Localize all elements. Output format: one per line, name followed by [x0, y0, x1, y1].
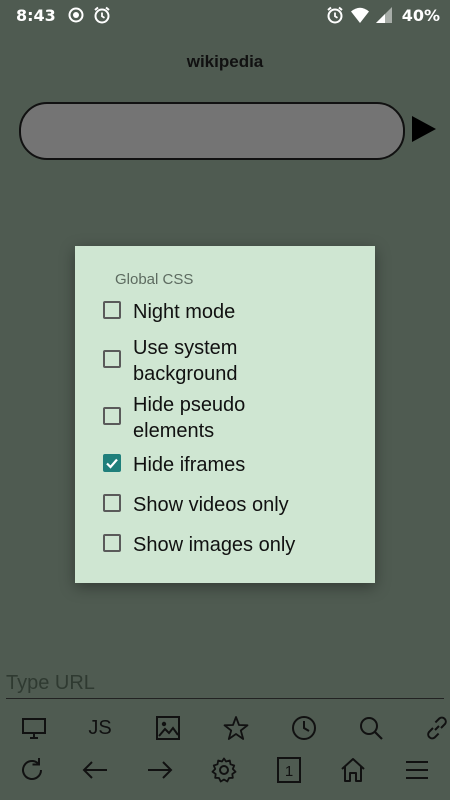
option-label: Use system background [133, 337, 238, 385]
alarm-icon-right [327, 6, 343, 24]
option-label: Hide iframes [133, 454, 246, 476]
back-arrow-icon [82, 761, 107, 779]
menu-button[interactable] [400, 753, 434, 787]
bookmark-button[interactable] [219, 711, 253, 745]
search-icon [360, 717, 383, 740]
option-label: Hide pseudo elements [133, 394, 246, 442]
menu-icon [406, 761, 428, 779]
forward-button[interactable] [143, 753, 177, 787]
toolbar-top: JS [0, 711, 450, 751]
desktop-icon [22, 718, 46, 739]
tabs-count-icon: 1 [277, 757, 301, 783]
status-bar: 8:43 40% [0, 0, 450, 30]
link-button[interactable] [420, 711, 450, 745]
images-toggle-button[interactable] [151, 711, 185, 745]
reload-icon [22, 758, 42, 780]
status-time: 8:43 [16, 6, 56, 25]
option-night-mode[interactable]: Night mode [103, 299, 353, 325]
cell-signal-icon [376, 7, 392, 23]
image-icon [156, 716, 180, 740]
alarm-icon [94, 6, 110, 24]
option-show-videos-only[interactable]: Show videos only [103, 492, 353, 518]
history-clock-icon [292, 716, 316, 740]
settings-gear-icon [211, 757, 237, 783]
wifi-icon [351, 7, 369, 23]
option-label: Show images only [133, 534, 296, 556]
option-hide-iframes[interactable]: Hide iframes [103, 452, 353, 478]
address-field[interactable] [19, 102, 405, 160]
toolbar-bottom: 1 [0, 753, 450, 793]
search-button[interactable] [354, 711, 388, 745]
home-icon [341, 758, 365, 782]
checkbox[interactable] [103, 534, 121, 552]
option-hide-pseudo-elements[interactable]: Hide pseudo elements [103, 392, 283, 444]
checkbox[interactable] [103, 407, 121, 425]
back-button[interactable] [78, 753, 112, 787]
option-use-system-background[interactable]: Use system background [103, 335, 283, 387]
option-label: Night mode [133, 301, 236, 323]
option-show-images-only[interactable]: Show images only [103, 532, 353, 558]
checkbox[interactable] [103, 350, 121, 368]
reload-button[interactable] [15, 753, 49, 787]
link-icon [427, 716, 447, 740]
checkbox[interactable] [103, 301, 121, 319]
global-css-dialog: Global CSS Night mode Use system backgro… [75, 246, 375, 583]
home-button[interactable] [336, 753, 370, 787]
star-icon [223, 716, 249, 740]
history-button[interactable] [287, 711, 321, 745]
desktop-mode-button[interactable] [17, 711, 51, 745]
tabs-count: 1 [285, 763, 293, 780]
dialog-title: Global CSS [115, 271, 194, 288]
forward-arrow-icon [148, 761, 173, 779]
option-label: Show videos only [133, 494, 289, 516]
checkmark-icon [106, 458, 118, 469]
page-title: wikipedia [186, 52, 264, 71]
record-icon [68, 7, 84, 23]
go-play-icon[interactable] [410, 115, 438, 143]
url-input[interactable] [6, 668, 444, 699]
tabs-button[interactable]: 1 [272, 753, 306, 787]
checkbox[interactable] [103, 494, 121, 512]
javascript-toggle-button[interactable]: JS [83, 711, 117, 745]
battery-percent: 40% [401, 6, 440, 25]
js-icon: JS [88, 716, 112, 739]
checkbox-checked[interactable] [103, 454, 121, 472]
settings-button[interactable] [207, 753, 241, 787]
